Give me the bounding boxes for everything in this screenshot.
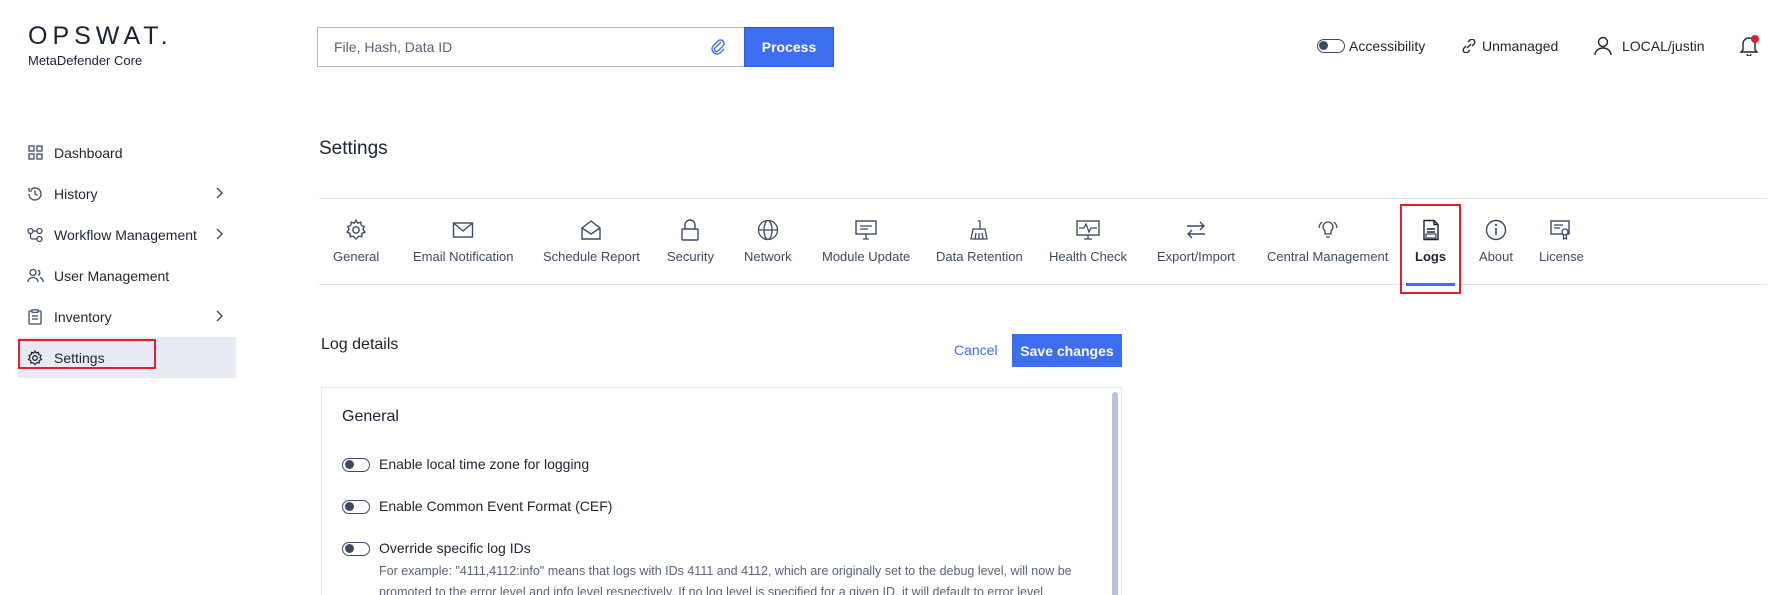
tab-network[interactable]: Network [744,217,792,264]
envelope-icon [450,217,476,243]
process-button[interactable]: Process [744,27,834,67]
option-label: Enable Common Event Format (CEF) [379,498,613,514]
accessibility-label: Accessibility [1349,38,1426,54]
page-title: Settings [319,138,388,159]
globe-icon [755,217,781,243]
tab-email-notification[interactable]: Email Notification [413,217,513,264]
tab-label: Central Management [1267,249,1389,264]
tab-label: General [333,249,380,264]
cancel-button[interactable]: Cancel [954,342,998,358]
log-details-title: Log details [321,336,399,353]
settings-tab-bar: General Email Notification Schedule Repo… [319,198,1767,294]
tab-general[interactable]: General [333,217,379,264]
accessibility-switch[interactable] [1317,39,1345,53]
general-section-title: General [342,408,399,425]
sidebar-item-workflow-management[interactable]: Workflow Management [18,214,236,255]
monitor-icon [853,217,879,243]
certificate-icon [1548,217,1574,243]
users-icon [26,267,44,285]
notifications-bell[interactable] [1738,34,1760,58]
tab-label: Export/Import [1157,249,1236,264]
link-broken-icon [1462,39,1476,53]
unmanaged-label: Unmanaged [1482,38,1559,54]
chevron-right-icon [216,187,223,199]
tab-label: Module Update [822,249,911,264]
product-name: MetaDefender Core [28,53,143,68]
log-settings-panel: General Enable local time zone for loggi… [321,387,1122,595]
option-label: Enable local time zone for logging [379,456,590,472]
brand-name: OPSWAT. [28,22,173,50]
envelope-open-icon [578,217,604,243]
tab-label: Schedule Report [543,249,640,264]
override-log-ids-toggle[interactable] [342,542,370,556]
tab-schedule-report[interactable]: Schedule Report [543,217,640,264]
tab-label: License [1539,249,1584,264]
sidebar-item-dashboard[interactable]: Dashboard [18,132,236,173]
search-input[interactable] [334,39,708,55]
lightbulb-sync-icon [1315,217,1341,243]
tab-central-management[interactable]: Central Management [1267,217,1388,264]
opswat-logo[interactable]: OPSWAT. MetaDefender Core [28,22,173,69]
chevron-right-icon [216,228,223,240]
chevron-right-icon [216,310,223,322]
sidebar-item-label: User Management [54,267,170,284]
broom-icon [966,217,992,243]
unmanaged-link[interactable]: Unmanaged [1462,34,1558,58]
lock-icon [677,217,703,243]
option-local-time-zone: Enable local time zone for logging [342,456,589,472]
workflow-icon [26,226,44,244]
sidebar-item-label: Workflow Management [54,226,197,243]
logs-tab-highlight [1400,204,1461,294]
paperclip-icon[interactable] [708,37,728,57]
clipboard-icon [26,308,44,326]
tab-security[interactable]: Security [667,217,714,264]
sidebar-item-user-management[interactable]: User Management [18,255,236,296]
cef-toggle[interactable] [342,500,370,514]
sidebar-item-history[interactable]: History [18,173,236,214]
search-box [317,27,744,67]
tab-module-update[interactable]: Module Update [822,217,910,264]
tab-label: Data Retention [936,249,1023,264]
tab-license[interactable]: License [1539,217,1584,264]
tab-about[interactable]: About [1479,217,1513,264]
option-cef: Enable Common Event Format (CEF) [342,498,612,514]
local-time-zone-toggle[interactable] [342,458,370,472]
bell-icon [1738,34,1760,59]
history-icon [26,185,44,203]
accessibility-toggle[interactable]: Accessibility [1317,34,1425,58]
sidebar-item-label: History [54,185,98,202]
heartbeat-monitor-icon [1075,217,1101,243]
arrows-exchange-icon [1183,217,1209,243]
panel-scrollbar[interactable] [1112,392,1118,595]
grid-icon [26,144,44,162]
user-menu[interactable]: LOCAL/justin [1594,34,1704,58]
info-icon [1483,217,1509,243]
sidebar-item-label: Settings [54,349,105,366]
tab-data-retention[interactable]: Data Retention [936,217,1023,264]
sidebar-nav: Dashboard History Workflow Management Us… [18,132,236,378]
sidebar-item-label: Dashboard [54,144,123,161]
tab-label: Health Check [1049,249,1128,264]
option-override-log-ids: Override specific log IDs For example: "… [342,540,1099,595]
tab-health-check[interactable]: Health Check [1049,217,1127,264]
sidebar-item-inventory[interactable]: Inventory [18,296,236,337]
tab-export-import[interactable]: Export/Import [1157,217,1235,264]
save-changes-button[interactable]: Save changes [1012,334,1122,367]
sidebar-item-label: Inventory [54,308,112,325]
sidebar-item-settings[interactable]: Settings [18,337,236,378]
tab-label: About [1479,249,1513,264]
user-label: LOCAL/justin [1622,38,1705,54]
tab-label: Email Notification [413,249,514,264]
option-hint: For example: "4111,4112:info" means that… [379,564,1072,595]
user-icon [1594,36,1612,56]
tab-label: Network [744,249,792,264]
option-label: Override specific log IDs [379,540,531,556]
active-tab-indicator [1406,283,1455,286]
gear-icon [343,217,369,243]
tab-label: Security [667,249,714,264]
gear-icon [26,349,44,367]
